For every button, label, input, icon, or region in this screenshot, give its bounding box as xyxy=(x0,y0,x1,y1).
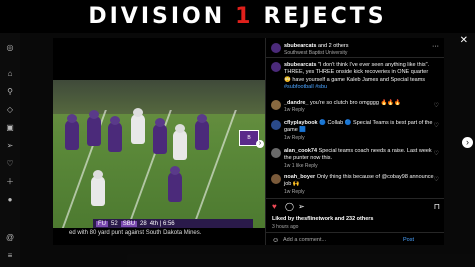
comment: alan_cook74 Special teams coach needs a … xyxy=(284,148,434,170)
comment: noah_boyer Only thing this because of @c… xyxy=(284,174,434,196)
like-comment-icon[interactable]: ♡ xyxy=(434,102,439,110)
post-actions: ♥ ◯ ➢ ⊓ xyxy=(272,202,440,212)
scorebug: FU 52 SBU 28 4th | 6:56 xyxy=(93,219,253,228)
share-icon[interactable]: ➢ xyxy=(298,202,305,213)
comment-username[interactable]: alan_cook74 xyxy=(284,148,317,154)
caption-username[interactable]: sbubearcats xyxy=(284,62,316,68)
avatar[interactable] xyxy=(271,148,281,158)
avatar[interactable] xyxy=(271,62,281,72)
nav-sidebar: ◎ ⌂ ⚲ ◇ ▣ ➢ ♡ ＋ ● @ ≡ xyxy=(0,33,20,267)
avatar[interactable] xyxy=(271,43,281,53)
username[interactable]: sbubearcats xyxy=(284,43,316,49)
stadium-stands xyxy=(53,80,265,114)
banner-word-division: DIVISION xyxy=(88,4,226,29)
post-comment-button[interactable]: Post xyxy=(403,237,414,244)
divider xyxy=(266,232,444,233)
post-media-panel: B FU 52 SBU 28 4th | 6:56 ed with 80 yar… xyxy=(53,38,265,245)
banner-word-rejects: REJECTS xyxy=(263,4,387,29)
like-comment-icon[interactable]: ♡ xyxy=(434,176,439,184)
save-icon[interactable]: ⊓ xyxy=(434,202,440,213)
player-purple xyxy=(195,114,209,150)
player-white xyxy=(131,108,145,144)
home-icon[interactable]: ⌂ xyxy=(5,69,15,79)
messages-icon[interactable]: ➢ xyxy=(5,141,15,151)
player-white xyxy=(173,124,187,160)
player-purple xyxy=(108,116,122,152)
hashtags[interactable]: #subfootball #sbu xyxy=(284,84,327,90)
comment-text: you're so clutch bro omgggg 🔥🔥🔥 xyxy=(310,100,401,106)
away-score: 28 xyxy=(140,221,147,227)
reply-link[interactable]: Reply xyxy=(292,107,305,113)
reply-link[interactable]: Reply xyxy=(292,189,305,195)
comment-time: 1w xyxy=(284,134,291,141)
avatar[interactable] xyxy=(271,100,281,110)
brand-banner: DIVISION 1 REJECTS xyxy=(0,0,475,33)
game-clock: 4th | 6:56 xyxy=(149,221,175,227)
player-white xyxy=(91,170,105,206)
emoji-icon[interactable]: ☺ xyxy=(272,236,279,245)
notifications-icon[interactable]: ♡ xyxy=(5,159,15,169)
divider xyxy=(266,57,444,58)
avatar[interactable] xyxy=(271,120,281,130)
create-icon[interactable]: ＋ xyxy=(5,177,15,187)
like-comment-icon[interactable]: ♡ xyxy=(434,122,439,130)
player-purple xyxy=(153,118,167,154)
next-media-icon[interactable]: › xyxy=(256,140,264,148)
search-icon[interactable]: ⚲ xyxy=(5,87,15,97)
explore-icon[interactable]: ◇ xyxy=(5,105,15,115)
post-header: sbubearcats and 2 others Southwest Bapti… xyxy=(284,43,349,57)
comment-likes[interactable]: 1 like xyxy=(292,163,304,169)
avatar[interactable] xyxy=(271,174,281,184)
comment-time: 1w xyxy=(284,162,291,169)
reply-link[interactable]: Reply xyxy=(292,135,305,141)
likes-summary[interactable]: Liked by thesflinetwork and 232 others xyxy=(272,216,373,223)
player-purple xyxy=(168,166,182,202)
instagram-icon[interactable]: ◎ xyxy=(5,43,15,53)
player-purple xyxy=(65,114,79,150)
menu-icon[interactable]: ≡ xyxy=(5,251,15,261)
comment: _dandre_ you're so clutch bro omgggg 🔥🔥🔥… xyxy=(284,100,434,114)
post-timestamp: 3 hours ago xyxy=(272,224,299,230)
comment-input[interactable]: Add a comment... xyxy=(283,237,326,244)
video-caption: ed with 80 yard punt against South Dakot… xyxy=(53,230,265,240)
divider xyxy=(266,198,444,199)
comment: cflyplaybook 🔵 Collab 🔵 Special Teams is… xyxy=(284,120,434,142)
comment-time: 1w xyxy=(284,188,291,195)
banner-number: 1 xyxy=(235,4,254,29)
reply-link[interactable]: Reply xyxy=(305,163,318,169)
player-purple xyxy=(87,110,101,146)
liked-heart-icon[interactable]: ♥ xyxy=(272,202,277,213)
away-team: SBU xyxy=(120,221,138,227)
comment-username[interactable]: noah_boyer xyxy=(284,174,315,180)
post-caption: sbubearcats "I don't think I've ever see… xyxy=(284,62,434,92)
more-options-icon[interactable]: ··· xyxy=(432,42,439,51)
comment-time: 1w xyxy=(284,107,291,114)
reels-icon[interactable]: ▣ xyxy=(5,123,15,133)
comment-username[interactable]: cflyplaybook xyxy=(284,120,318,126)
comment-icon[interactable]: ◯ xyxy=(285,202,294,213)
home-score: 52 xyxy=(111,221,118,227)
close-icon[interactable]: ✕ xyxy=(460,35,468,46)
profile-icon[interactable]: ● xyxy=(5,195,15,205)
like-comment-icon[interactable]: ♡ xyxy=(434,150,439,158)
game-video[interactable]: B FU 52 SBU 28 4th | 6:56 xyxy=(53,80,265,228)
post-details-panel: sbubearcats and 2 others Southwest Bapti… xyxy=(265,38,444,245)
threads-icon[interactable]: @ xyxy=(5,233,15,243)
home-team: FU xyxy=(96,221,108,227)
coauthors[interactable]: and 2 others xyxy=(318,43,349,49)
comment-username[interactable]: _dandre_ xyxy=(284,100,308,106)
next-post-icon[interactable]: › xyxy=(462,137,473,148)
